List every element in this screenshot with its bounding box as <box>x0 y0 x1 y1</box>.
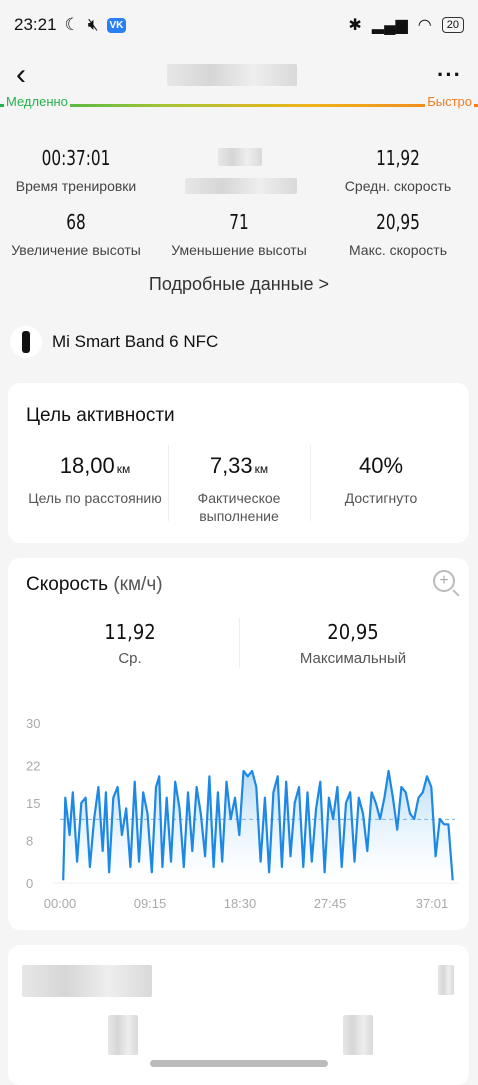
stat-avg-speed: 11,92 Средн. скорость <box>344 146 452 194</box>
status-bar: 23:21 ☾ 🔇︎ VK ✱ ▂▄▆ ◠ 20 <box>0 0 478 50</box>
speed-card: Скорость (км/ч) + 11,92 Ср. 20,95 Максим… <box>8 558 469 930</box>
clock: 23:21 <box>14 15 57 34</box>
goal-distance: 18,00 км Цель по расстоянию <box>28 453 162 506</box>
vk-icon: VK <box>106 17 127 33</box>
y-tick-label: 0 <box>26 876 33 891</box>
speed-chart: 30 22 15 8 0 00:00 09:15 18:30 27:45 37:01 <box>26 716 458 911</box>
battery-icon: 20 <box>441 17 464 33</box>
redacted-block <box>438 965 454 995</box>
stat-max-speed: 20,95 Макс. скорость <box>348 210 447 258</box>
band-icon <box>10 326 42 358</box>
x-tick-label: 18:30 <box>224 896 257 911</box>
speed-max: 20,95 Максимальный <box>299 620 407 667</box>
stat-elevation-loss: 71 Уменьшение высоты <box>171 210 307 258</box>
moon-icon: ☾ <box>64 15 80 34</box>
x-tick-label: 27:45 <box>314 896 347 911</box>
details-link[interactable]: Подробные данные > <box>0 274 478 295</box>
signal-icon: ▂▄▆ <box>371 17 408 34</box>
goal-achieved: 40% Достигнуто <box>344 453 418 506</box>
mute-icon: 🔇︎ <box>87 15 99 34</box>
goal-title: Цель активности <box>26 405 175 426</box>
stat-redacted-value <box>218 148 262 166</box>
top-bar: ‹ ··· <box>0 50 478 100</box>
goal-actual: 7,33 км Фактическое выполнение <box>197 453 281 524</box>
y-tick-label: 22 <box>26 759 40 774</box>
redacted-block <box>343 1015 373 1055</box>
x-tick-label: 37:01 <box>416 896 449 911</box>
goal-card: Цель активности 18,00 км Цель по расстоян… <box>8 383 469 543</box>
back-button[interactable]: ‹ <box>16 60 26 90</box>
wifi-icon: ◠ <box>417 17 432 34</box>
x-tick-label: 00:00 <box>44 896 77 911</box>
y-tick-label: 15 <box>26 796 40 811</box>
x-tick-label: 09:15 <box>134 896 167 911</box>
device-row: Mi Smart Band 6 NFC <box>10 326 218 358</box>
bluetooth-icon: ✱ <box>348 17 362 34</box>
stat-duration: 00:37:01 Время тренировки <box>15 146 137 194</box>
stat-redacted-label <box>185 178 297 194</box>
speed-avg: 11,92 Ср. <box>104 620 156 667</box>
redacted-block <box>22 965 152 997</box>
speed-title: Скорость (км/ч) <box>26 574 163 595</box>
pace-fast-label: Быстро <box>425 94 474 109</box>
stat-elevation-gain: 68 Увеличение высоты <box>11 210 141 258</box>
redacted-block <box>108 1015 138 1055</box>
zoom-in-icon[interactable]: + <box>433 570 455 592</box>
y-tick-label: 30 <box>26 716 40 731</box>
page-title-redacted <box>166 64 297 86</box>
y-tick-label: 8 <box>26 833 33 848</box>
pace-slow-label: Медленно <box>4 94 70 109</box>
home-indicator[interactable] <box>150 1060 328 1067</box>
more-button[interactable]: ··· <box>437 62 462 88</box>
pace-gradient: Медленно Быстро <box>0 94 478 110</box>
device-name: Mi Smart Band 6 NFC <box>52 332 219 351</box>
